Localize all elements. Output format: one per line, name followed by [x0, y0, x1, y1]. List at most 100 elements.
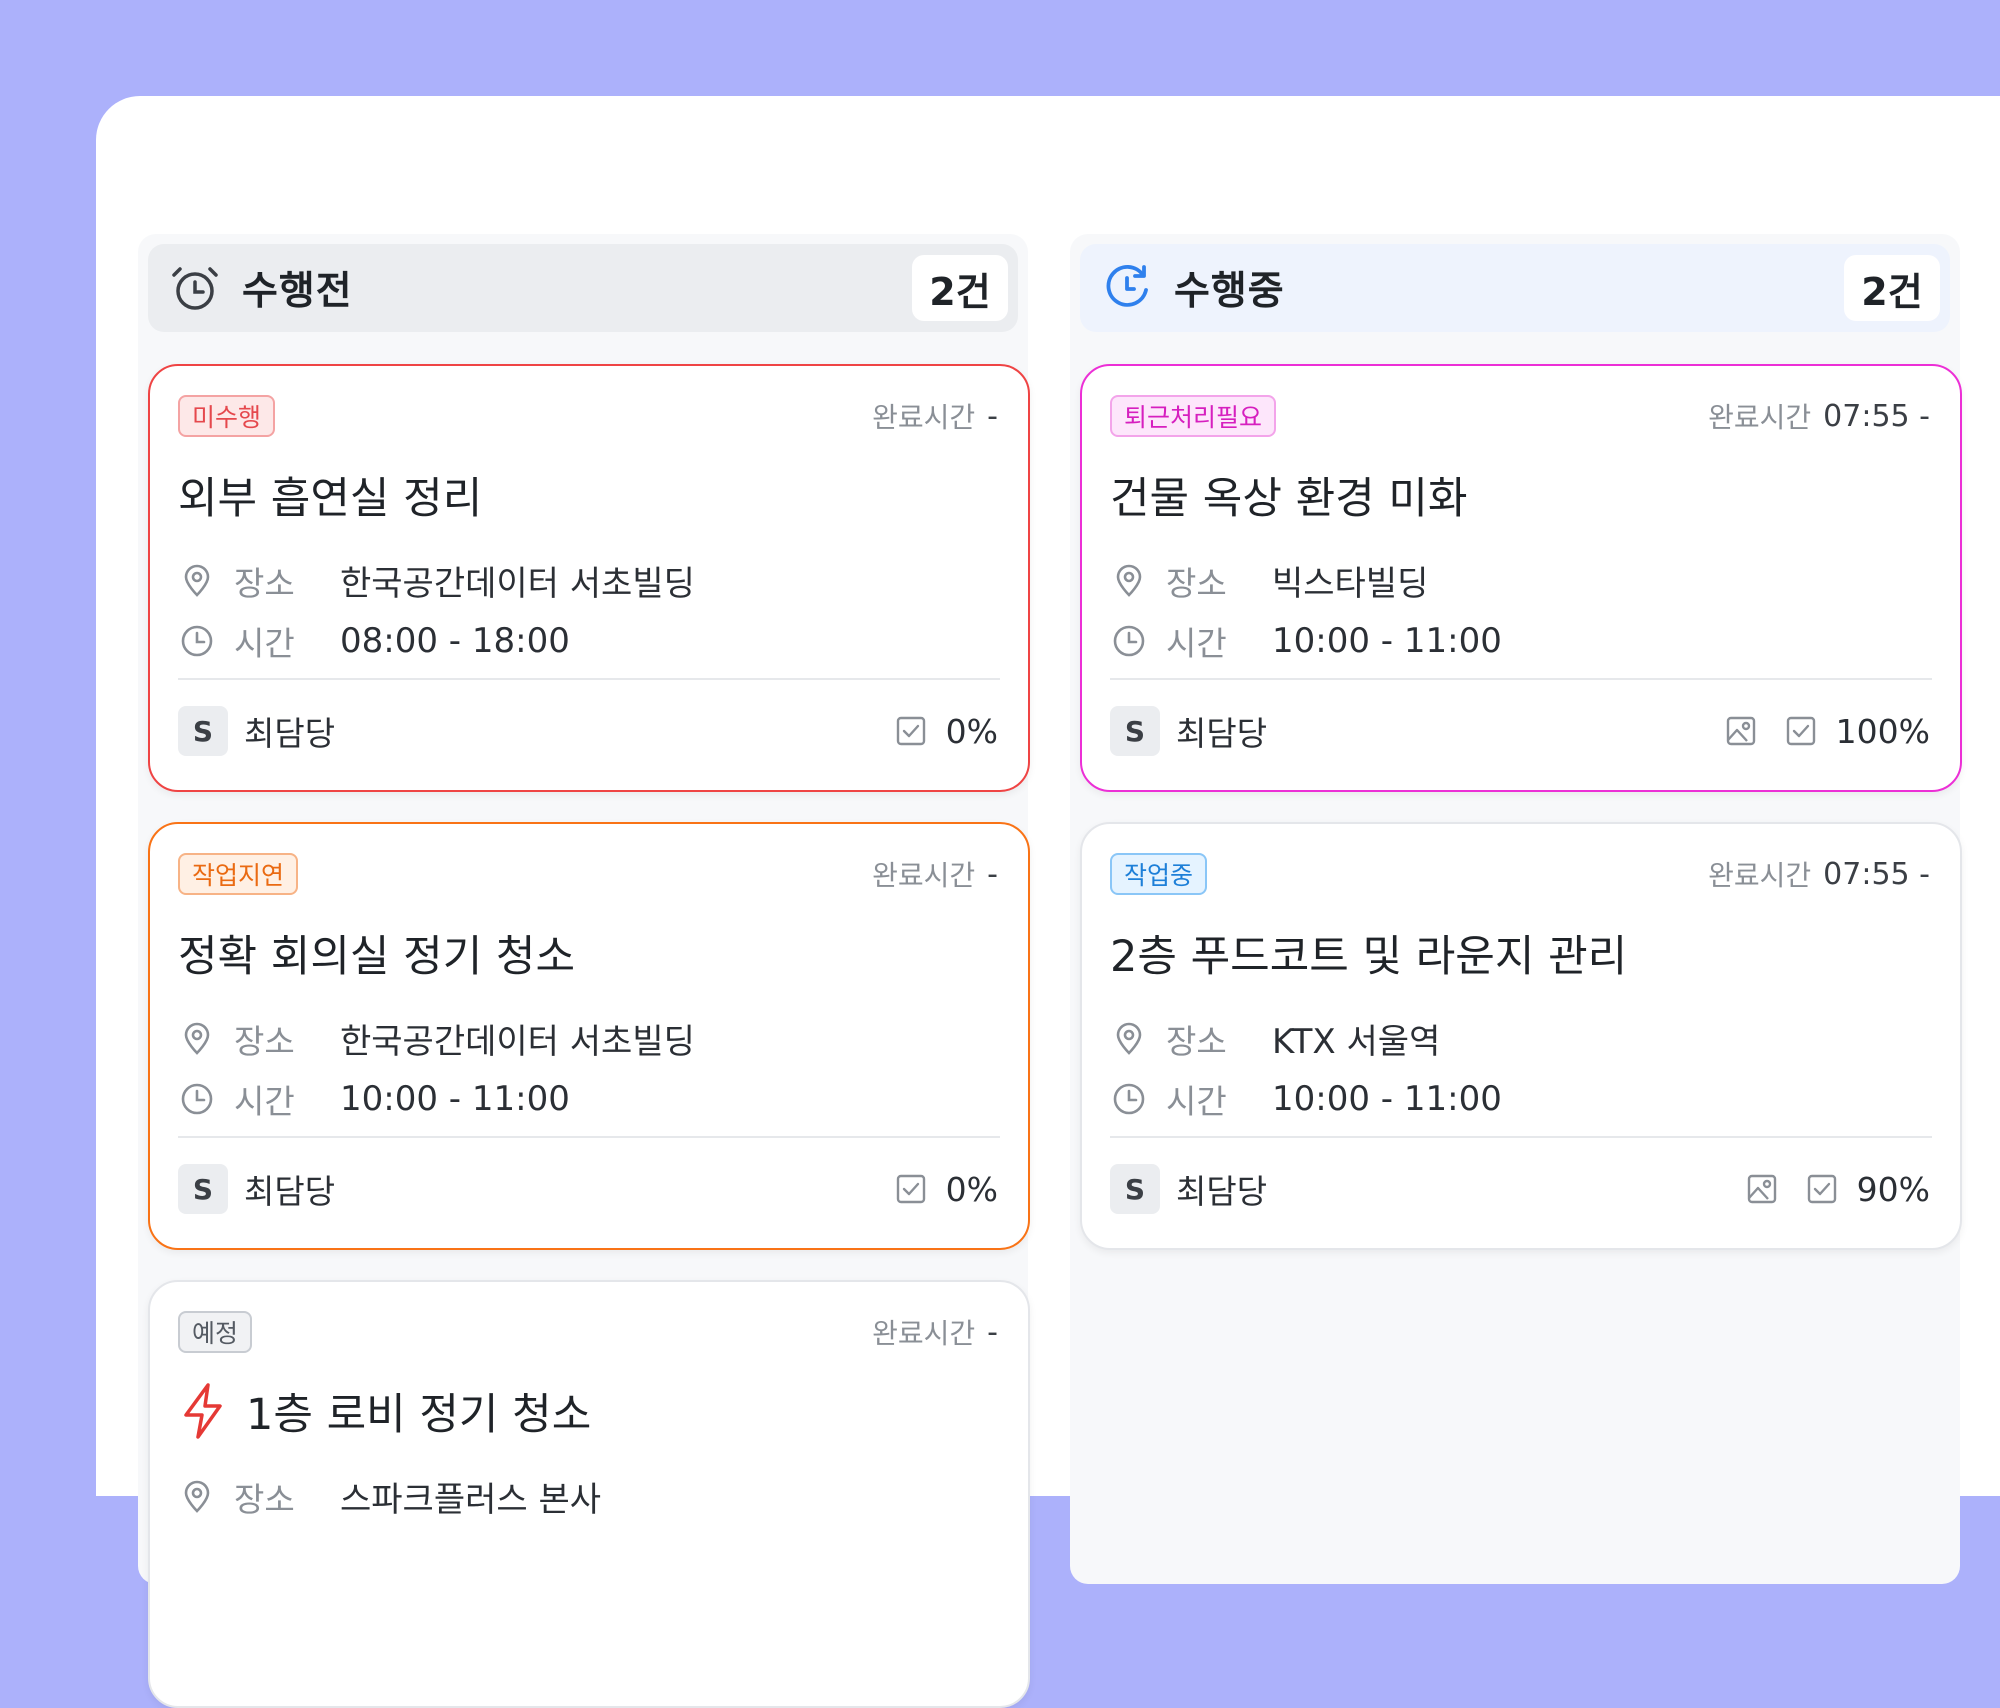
avatar: S [1110, 706, 1160, 756]
task-title-text: 정확 회의실 정기 청소 [178, 932, 576, 982]
completion-time-value: - [987, 1314, 998, 1350]
place-value: 빅스타빌딩 [1272, 564, 1429, 604]
completion-time-value: 07:55 - [1823, 398, 1930, 434]
clock-icon [1110, 1080, 1148, 1118]
task-title-text: 1층 로비 정기 청소 [246, 1390, 592, 1440]
time-row: 시간 10:00 - 11:00 [1110, 1075, 1502, 1123]
completion-time-label: 완료시간 [1708, 401, 1812, 434]
card-progress-group: 0% [868, 712, 998, 751]
place-row: 장소 한국공간데이터 서초빌딩 [178, 556, 695, 605]
time-label: 시간 [234, 1082, 295, 1121]
status-badge: 미수행 [178, 395, 276, 437]
avatar: S [178, 1164, 228, 1214]
avatar: S [1110, 1164, 1160, 1214]
location-pin-icon [178, 562, 216, 600]
progress-value: 100% [1835, 711, 1930, 751]
column-count-badge: 2건 [1844, 255, 1940, 321]
task-card[interactable]: 미수행 완료시간 - 외부 흡연실 정리 장소 한국공간데이터 서초빌딩 시간 [148, 364, 1030, 792]
status-badge: 퇴근처리필요 [1110, 395, 1277, 437]
progress-value: 90% [1856, 1169, 1930, 1209]
status-badge: 작업중 [1110, 853, 1208, 895]
place-row: 장소 스파크플러스 본사 [178, 1472, 601, 1521]
time-value: 10:00 - 11:00 [340, 1079, 570, 1119]
card-divider [1110, 1136, 1932, 1138]
owner-name: 최담당 [1176, 714, 1268, 753]
task-title-text: 외부 흡연실 정리 [178, 474, 483, 524]
column-before: 수행전 2건 미수행 완료시간 - 외부 흡연실 정리 장소 한국공간데이터 서… [138, 234, 1030, 1708]
place-value: KTX 서울역 [1272, 1022, 1441, 1062]
completion-time-label: 완료시간 [872, 859, 976, 892]
task-card[interactable]: 작업중 완료시간 07:55 - 2층 푸드코트 및 라운지 관리 장소 KTX… [1080, 822, 1962, 1250]
task-card[interactable]: 예정 완료시간 - 1층 로비 정기 청소 장소 스파크플러스 본사 [148, 1280, 1030, 1708]
checkbox-icon [1805, 1172, 1839, 1206]
time-label: 시간 [1166, 624, 1227, 663]
column-header-before[interactable]: 수행전 2건 [148, 244, 1018, 332]
checkbox-icon [1784, 714, 1818, 748]
location-pin-icon [1110, 562, 1148, 600]
place-row: 장소 한국공간데이터 서초빌딩 [178, 1014, 695, 1063]
time-row: 시간 10:00 - 11:00 [1110, 617, 1502, 665]
location-pin-icon [178, 1478, 216, 1516]
time-label: 시간 [1166, 1082, 1227, 1121]
column-doing: 수행중 2건 퇴근처리필요 완료시간 07:55 - 건물 옥상 환경 미화 장… [1070, 234, 1962, 1584]
completion-time-value: - [987, 398, 998, 434]
task-title: 외부 흡연실 정리 [178, 464, 482, 526]
owner-name: 최담당 [244, 714, 336, 753]
lightning-icon [178, 1382, 228, 1440]
time-row: 시간 10:00 - 11:00 [178, 1075, 570, 1123]
refresh-clock-icon [1102, 263, 1152, 313]
clock-icon [178, 1080, 216, 1118]
board-panel: 수행전 2건 미수행 완료시간 - 외부 흡연실 정리 장소 한국공간데이터 서… [96, 96, 2000, 1708]
time-label: 시간 [234, 624, 295, 663]
place-label: 장소 [234, 563, 295, 603]
column-title: 수행중 [1174, 269, 1285, 314]
place-value: 한국공간데이터 서초빌딩 [340, 1022, 695, 1062]
progress-value: 0% [945, 711, 998, 751]
completion-time-label: 완료시간 [1708, 859, 1812, 892]
card-footer: S 최담당 90% [1110, 1164, 1930, 1214]
card-progress-group: 90% [1719, 1170, 1930, 1209]
place-value: 스파크플러스 본사 [340, 1480, 602, 1520]
location-pin-icon [1110, 1020, 1148, 1058]
task-title: 1층 로비 정기 청소 [178, 1380, 591, 1442]
task-card[interactable]: 작업지연 완료시간 - 정확 회의실 정기 청소 장소 한국공간데이터 서초빌딩… [148, 822, 1030, 1250]
completion-time-label: 완료시간 [872, 401, 976, 434]
completion-time: 완료시간 07:55 - [1708, 396, 1930, 436]
card-footer: S 최담당 100% [1110, 706, 1930, 756]
completion-time-value: 07:55 - [1823, 856, 1930, 892]
place-label: 장소 [1166, 563, 1227, 603]
card-progress-group: 0% [868, 1170, 998, 1209]
card-divider [1110, 678, 1932, 680]
column-header-doing[interactable]: 수행중 2건 [1080, 244, 1950, 332]
completion-time-label: 완료시간 [872, 1317, 976, 1350]
status-badge: 예정 [178, 1311, 253, 1353]
task-card[interactable]: 퇴근처리필요 완료시간 07:55 - 건물 옥상 환경 미화 장소 빅스타빌딩… [1080, 364, 1962, 792]
card-divider [178, 1136, 1000, 1138]
status-badge: 작업지연 [178, 853, 299, 895]
card-footer: S 최담당 0% [178, 1164, 998, 1214]
task-title: 건물 옥상 환경 미화 [1110, 464, 1468, 526]
owner-name: 최담당 [1176, 1172, 1268, 1211]
avatar: S [178, 706, 228, 756]
column-title: 수행전 [242, 269, 353, 314]
completion-time: 완료시간 - [872, 1312, 998, 1352]
owner-name: 최담당 [244, 1172, 336, 1211]
place-value: 한국공간데이터 서초빌딩 [340, 564, 695, 604]
time-row: 시간 08:00 - 18:00 [178, 617, 570, 665]
column-count-badge: 2건 [912, 255, 1008, 321]
time-value: 10:00 - 11:00 [1272, 1079, 1502, 1119]
clock-icon [1110, 622, 1148, 660]
place-row: 장소 KTX 서울역 [1110, 1014, 1440, 1063]
image-icon [1724, 714, 1758, 748]
card-divider [178, 678, 1000, 680]
progress-value: 0% [945, 1169, 998, 1209]
task-title-text: 2층 푸드코트 및 라운지 관리 [1110, 932, 1628, 982]
alarm-clock-icon [170, 263, 220, 313]
place-row: 장소 빅스타빌딩 [1110, 556, 1428, 605]
completion-time: 완료시간 07:55 - [1708, 854, 1930, 894]
task-title-text: 건물 옥상 환경 미화 [1110, 474, 1468, 524]
task-title: 정확 회의실 정기 청소 [178, 922, 575, 984]
image-icon [1745, 1172, 1779, 1206]
time-value: 10:00 - 11:00 [1272, 621, 1502, 661]
time-value: 08:00 - 18:00 [340, 621, 570, 661]
